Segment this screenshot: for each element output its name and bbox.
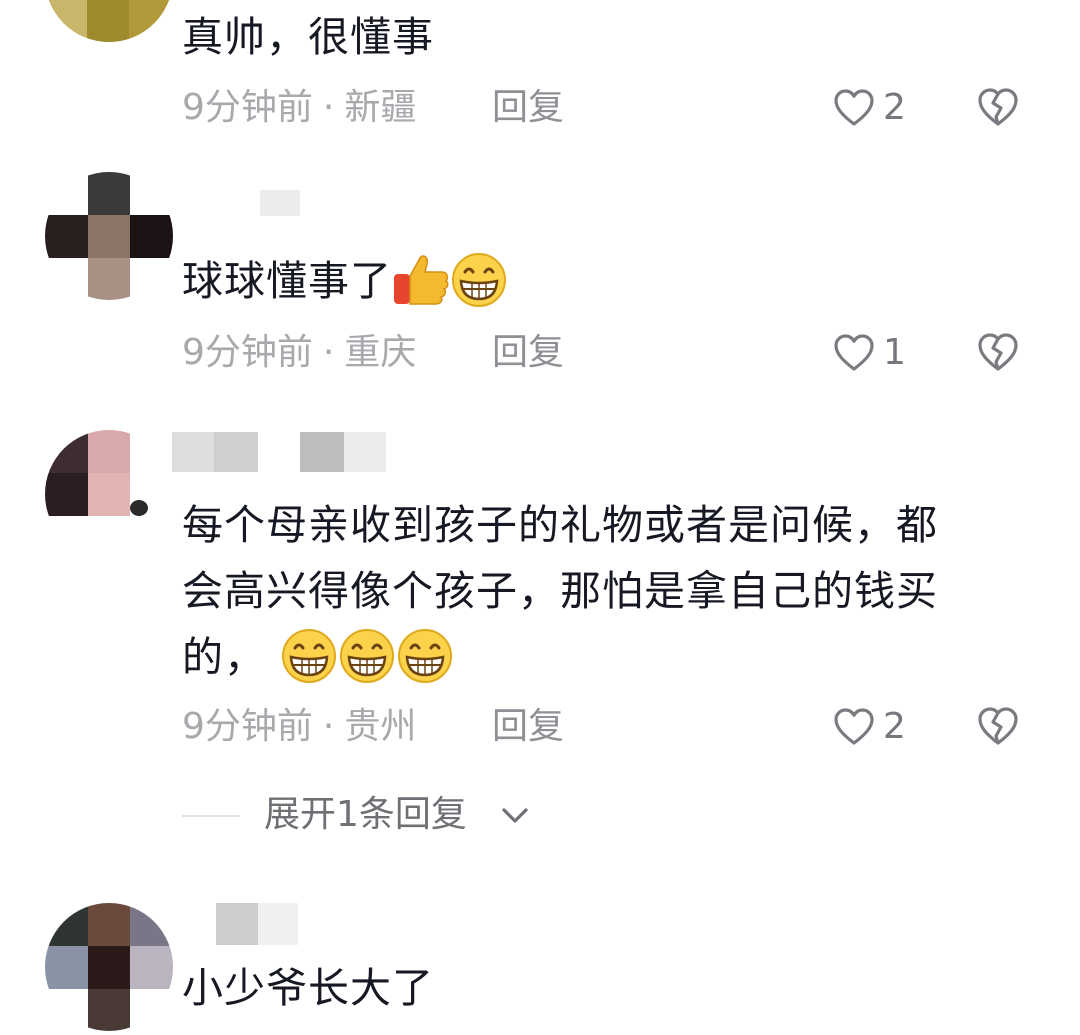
expand-divider: [182, 815, 240, 817]
like-count: 1: [883, 332, 906, 373]
heart-icon: [834, 334, 874, 371]
avatar[interactable]: [45, 903, 173, 1031]
reply-button[interactable]: 回复: [492, 83, 564, 133]
like-count: 2: [883, 706, 906, 747]
chevron-down-icon: [502, 808, 528, 823]
expand-replies-label: 展开1条回复: [264, 794, 467, 835]
comment-text: 小少爷长大了: [182, 964, 434, 1012]
avatar[interactable]: [45, 430, 173, 558]
comment-text: 真帅，很懂事: [182, 13, 434, 61]
broken-heart-icon[interactable]: [976, 331, 1020, 373]
comment-location: 新疆: [344, 87, 417, 128]
thumbs-up-emoji: [394, 255, 449, 305]
grin-emoji: [452, 253, 506, 307]
grin-emoji: [398, 629, 453, 683]
like-count: 2: [883, 87, 906, 128]
comment-time: 9分钟前: [182, 706, 313, 747]
comment-time: 9分钟前: [182, 332, 313, 373]
heart-icon: [834, 89, 874, 126]
heart-icon: [834, 708, 874, 745]
meta-separator: ·: [322, 87, 335, 128]
expand-replies-button[interactable]: 展开1条回复: [0, 790, 1080, 840]
comment-text: 球球懂事了: [182, 248, 1042, 314]
comment-text: 每个母亲收到孩子的礼物或者是问候，都 会高兴得像个孩子，那怕是拿自己的钱买 的，: [182, 492, 1042, 690]
comment-meta: 9分钟前 · 重庆 回复 1: [0, 328, 1080, 378]
reply-button[interactable]: 回复: [492, 702, 564, 752]
grin-emoji: [282, 629, 337, 683]
comment-meta: 9分钟前 · 新疆 回复 2: [0, 83, 1080, 133]
broken-heart-icon[interactable]: [976, 86, 1020, 128]
grin-emoji: [340, 629, 395, 683]
broken-heart-icon[interactable]: [976, 705, 1020, 747]
meta-separator: ·: [322, 332, 335, 373]
comment-location: 贵州: [344, 706, 417, 747]
avatar[interactable]: [45, 172, 173, 300]
comment-meta: 9分钟前 · 贵州 回复 2: [0, 702, 1080, 752]
comment-location: 重庆: [344, 332, 417, 373]
meta-separator: ·: [322, 706, 335, 747]
comment-time: 9分钟前: [182, 87, 313, 128]
reply-button[interactable]: 回复: [492, 328, 564, 378]
avatar[interactable]: [45, 0, 173, 42]
